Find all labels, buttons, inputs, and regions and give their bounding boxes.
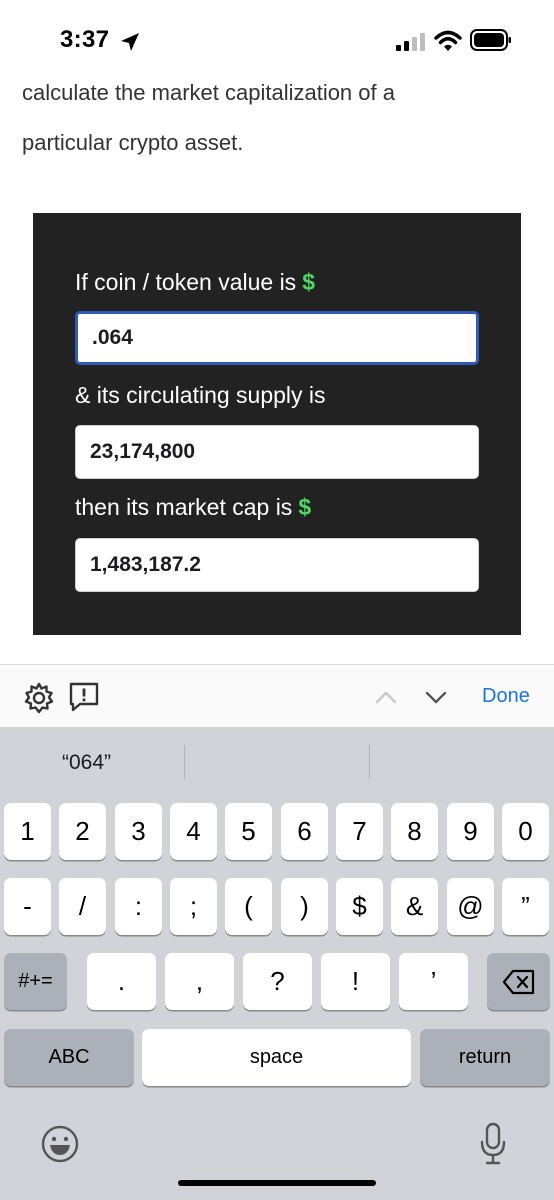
- done-button[interactable]: Done: [482, 685, 530, 708]
- chevron-up-icon[interactable]: [374, 687, 398, 707]
- key[interactable]: /: [59, 878, 106, 935]
- key[interactable]: 5: [225, 803, 272, 860]
- location-arrow-icon: [121, 33, 139, 51]
- coin-value-label: If coin / token value is $: [75, 269, 315, 295]
- article-text-line: calculate the market capitalization of a: [22, 80, 395, 105]
- key[interactable]: @: [447, 878, 494, 935]
- key[interactable]: :: [115, 878, 162, 935]
- circulating-supply-label: & its circulating supply is: [75, 382, 326, 408]
- key[interactable]: $: [336, 878, 383, 935]
- key[interactable]: ?: [243, 953, 312, 1010]
- circulating-supply-input[interactable]: 23,174,800: [75, 425, 479, 479]
- suggestion-divider: [184, 745, 185, 779]
- key[interactable]: 0: [502, 803, 549, 860]
- keyboard-toolbar: Done: [0, 664, 554, 727]
- battery-icon: [470, 29, 511, 51]
- market-cap-output[interactable]: 1,483,187.2: [75, 538, 479, 592]
- key[interactable]: &: [391, 878, 438, 935]
- key[interactable]: ’: [399, 953, 468, 1010]
- predictive-bar: “064”: [0, 727, 554, 801]
- feedback-icon[interactable]: [68, 681, 100, 713]
- cellular-signal-icon: [396, 33, 425, 51]
- status-time: 3:37: [60, 26, 110, 53]
- key[interactable]: !: [321, 953, 390, 1010]
- key[interactable]: .: [87, 953, 156, 1010]
- wifi-icon: [434, 30, 462, 51]
- market-cap-calculator: If coin / token value is $ .064 & its cir…: [33, 213, 521, 635]
- status-bar: 3:37: [0, 0, 554, 80]
- dollar-sign: $: [302, 269, 315, 295]
- abc-key[interactable]: ABC: [4, 1029, 134, 1086]
- backspace-key[interactable]: [487, 953, 550, 1010]
- key[interactable]: 7: [336, 803, 383, 860]
- keyboard: “064” 1 2 3 4 5 6 7 8 9 0 - / : ; ( ) $ …: [0, 727, 554, 1200]
- key[interactable]: ): [281, 878, 328, 935]
- market-cap-label: then its market cap is $: [75, 494, 312, 520]
- key[interactable]: 1: [4, 803, 51, 860]
- dollar-sign: $: [298, 494, 312, 520]
- key[interactable]: ”: [502, 878, 549, 935]
- article-text-line: particular crypto asset.: [22, 130, 244, 155]
- gear-icon[interactable]: [22, 681, 56, 715]
- chevron-down-icon[interactable]: [424, 687, 448, 707]
- backspace-icon: [502, 969, 534, 994]
- key[interactable]: 3: [115, 803, 162, 860]
- key[interactable]: -: [4, 878, 51, 935]
- key[interactable]: ,: [165, 953, 234, 1010]
- symbols-toggle-key[interactable]: #+=: [4, 953, 67, 1010]
- home-indicator[interactable]: [178, 1180, 376, 1186]
- microphone-icon[interactable]: [478, 1122, 508, 1166]
- space-key[interactable]: space: [142, 1029, 411, 1086]
- return-key[interactable]: return: [420, 1029, 550, 1086]
- key[interactable]: 4: [170, 803, 217, 860]
- key[interactable]: 8: [391, 803, 438, 860]
- key[interactable]: 6: [281, 803, 328, 860]
- coin-value-input[interactable]: .064: [75, 311, 479, 365]
- key[interactable]: (: [225, 878, 272, 935]
- key[interactable]: ;: [170, 878, 217, 935]
- key[interactable]: 9: [447, 803, 494, 860]
- emoji-icon[interactable]: [40, 1124, 80, 1164]
- key[interactable]: 2: [59, 803, 106, 860]
- suggestion-item[interactable]: “064”: [62, 751, 111, 775]
- suggestion-divider: [369, 745, 370, 779]
